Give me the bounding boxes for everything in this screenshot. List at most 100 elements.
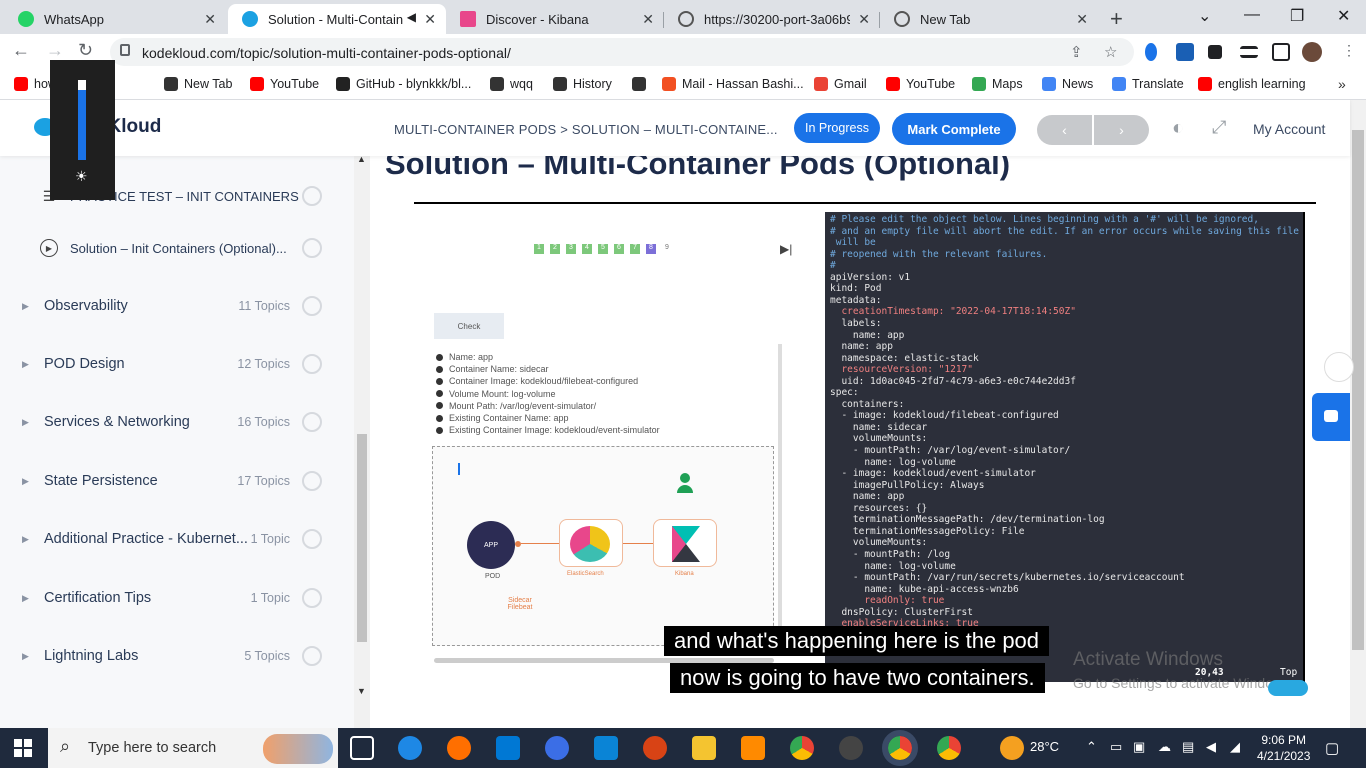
side-panel-icon[interactable] <box>1272 43 1290 61</box>
tab-new[interactable]: New Tab ✕ <box>880 4 1098 34</box>
page-scrollbar[interactable] <box>1350 100 1366 728</box>
chrome-icon[interactable] <box>790 736 814 760</box>
speaker-icon[interactable]: ◀︎ <box>407 10 416 24</box>
firefox-icon[interactable] <box>447 736 471 760</box>
caret-right-icon[interactable]: ▶ <box>22 417 29 428</box>
media-control-icon[interactable] <box>1240 46 1258 58</box>
volume-icon[interactable]: ◀ <box>1206 739 1216 755</box>
scrollbar-thumb[interactable] <box>1352 130 1364 650</box>
close-icon[interactable]: ✕ <box>858 11 870 28</box>
menu-dots-icon[interactable]: ⋮ <box>1342 42 1356 59</box>
bookmark-item[interactable]: Mail - Hassan Bashi... <box>662 77 804 91</box>
sidebar-section[interactable]: ▶ Lightning Labs 5 Topics <box>0 636 350 676</box>
bookmark-item[interactable]: YouTube <box>250 77 319 91</box>
address-bar[interactable]: kodekloud.com/topic/solution-multi-conta… <box>110 38 1134 66</box>
avatar[interactable] <box>1302 42 1322 62</box>
dark-mode-icon[interactable]: ◐ <box>1172 117 1184 140</box>
battery-icon[interactable]: ▭ <box>1110 739 1122 755</box>
tab-solution[interactable]: Solution - Multi-Contain ◀︎ ✕ <box>228 4 446 34</box>
breadcrumb[interactable]: MULTI-CONTAINER PODS > SOLUTION – MULTI-… <box>394 122 778 137</box>
window-close-icon[interactable]: ✕ <box>1337 6 1350 26</box>
close-icon[interactable]: ✕ <box>1076 11 1088 28</box>
sidebar-section[interactable]: ▶ Certification Tips 1 Topic <box>0 578 350 618</box>
tab-whatsapp[interactable]: WhatsApp ✕ <box>4 4 226 34</box>
share-icon[interactable]: ⇪ <box>1070 43 1083 61</box>
network-icon[interactable]: ▤ <box>1182 739 1194 755</box>
bookmark-item[interactable]: Gmail <box>814 77 867 91</box>
notification-icon[interactable]: ▢ <box>1325 739 1339 757</box>
voice-assistant-icon[interactable] <box>1324 352 1354 382</box>
app-icon[interactable] <box>643 736 667 760</box>
next-lesson-button[interactable]: › <box>1094 115 1149 145</box>
sidebar-scrollbar[interactable]: ▲ ▼ <box>354 154 370 728</box>
puzzle-icon[interactable] <box>1208 45 1222 59</box>
onedrive-icon[interactable]: ☁ <box>1158 739 1171 755</box>
scroll-down-icon[interactable]: ▼ <box>357 686 366 696</box>
sidebar-section[interactable]: ▶ Additional Practice - Kubernet... 1 Topi… <box>0 519 350 559</box>
task-view-icon[interactable] <box>350 736 374 760</box>
settings-app-icon[interactable] <box>741 736 765 760</box>
close-icon[interactable]: ✕ <box>424 11 436 28</box>
bookmark-item[interactable]: History <box>553 77 612 91</box>
caret-right-icon[interactable]: ▶ <box>22 593 29 604</box>
edge-icon[interactable] <box>398 736 422 760</box>
mail-icon[interactable] <box>594 736 618 760</box>
skype-icon[interactable] <box>545 736 569 760</box>
fullscreen-icon[interactable]: ⤢ <box>1212 117 1226 138</box>
clock[interactable]: 9:06 PM 4/21/2023 <box>1257 732 1310 764</box>
prev-lesson-button[interactable]: ‹ <box>1037 115 1094 145</box>
chat-widget-button[interactable] <box>1312 393 1350 441</box>
back-icon[interactable]: ← <box>12 40 30 61</box>
file-explorer-icon[interactable] <box>692 736 716 760</box>
store-icon[interactable] <box>496 736 520 760</box>
bookmark-item[interactable]: YouTube <box>886 77 955 91</box>
tab-kibana[interactable]: Discover - Kibana ✕ <box>446 4 664 34</box>
close-icon[interactable]: ✕ <box>642 11 654 28</box>
chrome-profile-icon[interactable] <box>937 736 961 760</box>
bookmark-item[interactable]: GitHub - blynkkk/bl... <box>336 77 471 91</box>
wifi-icon[interactable]: ◢ <box>1230 739 1240 755</box>
my-account-link[interactable]: My Account <box>1253 121 1325 137</box>
bookmark-item[interactable]: wqq <box>490 77 533 91</box>
minimize-icon[interactable]: — <box>1244 6 1260 24</box>
sidebar-section[interactable]: ▶ POD Design 12 Topics <box>0 344 350 384</box>
bookmark-item[interactable]: New Tab <box>164 77 232 91</box>
list-item[interactable]: ▶ Solution – Init Containers (Optional).… <box>0 228 350 268</box>
mark-complete-button[interactable]: Mark Complete <box>892 113 1016 145</box>
bookmark-star-icon[interactable]: ☆ <box>1104 43 1117 61</box>
maximize-icon[interactable]: ❐ <box>1290 6 1304 26</box>
caret-right-icon[interactable]: ▶ <box>22 301 29 312</box>
bookmark-item[interactable]: News <box>1042 77 1093 91</box>
chrome-active-icon[interactable] <box>882 730 918 766</box>
close-icon[interactable]: ✕ <box>204 11 216 28</box>
bookmark-item[interactable]: Translate <box>1112 77 1184 91</box>
caret-right-icon[interactable]: ▶ <box>22 534 29 545</box>
mic-extension-icon[interactable] <box>1145 43 1157 61</box>
windows-start-icon[interactable] <box>14 739 32 757</box>
chevron-down-icon[interactable]: ⌄ <box>1198 6 1211 26</box>
sidebar-section[interactable]: ▶ Observability 11 Topics <box>0 286 350 326</box>
new-tab-icon[interactable]: + <box>1110 6 1123 32</box>
bookmark-item[interactable]: Maps <box>972 77 1023 91</box>
bookmark-item[interactable] <box>632 77 652 91</box>
sidebar-section[interactable]: ▶ State Persistence 17 Topics <box>0 461 350 501</box>
device-icon[interactable]: ▣ <box>1133 739 1145 755</box>
caret-right-icon[interactable]: ▶ <box>22 476 29 487</box>
caret-right-icon[interactable]: ▶ <box>22 359 29 370</box>
tab-port[interactable]: https://30200-port-3a06b9e ✕ <box>664 4 880 34</box>
forward-icon[interactable]: → <box>46 40 64 61</box>
weather-icon[interactable] <box>1000 736 1024 760</box>
more-bookmarks-icon[interactable]: » <box>1338 76 1346 92</box>
chevron-up-icon[interactable]: ⌃ <box>1086 739 1097 755</box>
taskbar-search[interactable]: ⌕ Type here to search <box>48 728 338 768</box>
obs-icon[interactable] <box>839 736 863 760</box>
kodekloud-badge-icon[interactable] <box>1268 680 1308 696</box>
scrollbar-thumb[interactable] <box>357 434 367 642</box>
reload-icon[interactable]: ↻ <box>78 40 93 61</box>
in-progress-button[interactable]: In Progress <box>794 113 880 143</box>
temperature[interactable]: 28°C <box>1030 739 1059 754</box>
caret-right-icon[interactable]: ▶ <box>22 651 29 662</box>
sidebar-section[interactable]: ▶ Services & Networking 16 Topics <box>0 402 350 442</box>
download-extension-icon[interactable] <box>1176 43 1194 61</box>
bookmark-item[interactable]: english learning <box>1198 77 1306 91</box>
